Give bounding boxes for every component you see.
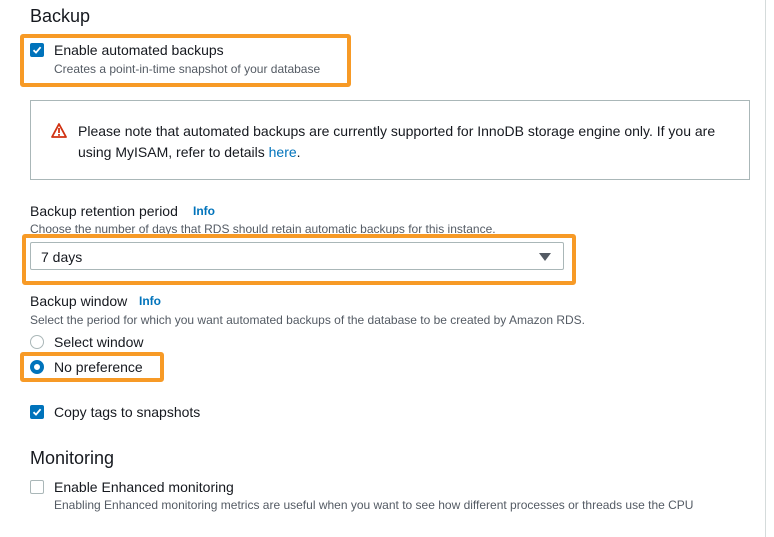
backup-window-info-link[interactable]: Info xyxy=(139,294,161,308)
checkmark-icon xyxy=(32,408,42,416)
backup-window-description: Select the period for which you want aut… xyxy=(30,313,585,327)
enhanced-monitoring-label[interactable]: Enable Enhanced monitoring xyxy=(54,479,234,495)
alert-text: Please note that automated backups are c… xyxy=(78,123,716,160)
no-preference-label[interactable]: No preference xyxy=(54,359,143,375)
enable-backups-checkbox[interactable] xyxy=(30,43,44,57)
alert-text-end: . xyxy=(296,144,301,160)
copy-tags-checkbox[interactable] xyxy=(30,405,44,419)
enhanced-monitoring-description: Enabling Enhanced monitoring metrics are… xyxy=(54,498,694,512)
details-link[interactable]: here xyxy=(269,144,297,160)
retention-period-select[interactable]: 7 days xyxy=(30,242,564,270)
select-window-radio[interactable] xyxy=(30,335,44,349)
enable-backups-description: Creates a point-in-time snapshot of your… xyxy=(54,62,321,76)
innodb-alert: Please note that automated backups are c… xyxy=(30,100,750,180)
no-preference-radio[interactable] xyxy=(30,360,44,374)
retention-period-label: Backup retention period xyxy=(30,203,178,219)
backup-window-label: Backup window xyxy=(30,293,128,309)
enhanced-monitoring-checkbox[interactable] xyxy=(30,480,44,494)
warning-icon xyxy=(51,123,67,138)
select-window-label[interactable]: Select window xyxy=(54,334,144,350)
panel-border xyxy=(765,0,766,537)
retention-info-link[interactable]: Info xyxy=(193,204,215,218)
checkmark-icon xyxy=(32,46,42,54)
monitoring-heading: Monitoring xyxy=(30,448,115,468)
enable-backups-label[interactable]: Enable automated backups xyxy=(54,42,224,58)
caret-down-icon xyxy=(539,253,551,261)
retention-period-value: 7 days xyxy=(41,249,83,265)
alert-message: Please note that automated backups are c… xyxy=(78,121,718,163)
backup-heading: Backup xyxy=(30,6,91,26)
copy-tags-label[interactable]: Copy tags to snapshots xyxy=(54,404,200,420)
